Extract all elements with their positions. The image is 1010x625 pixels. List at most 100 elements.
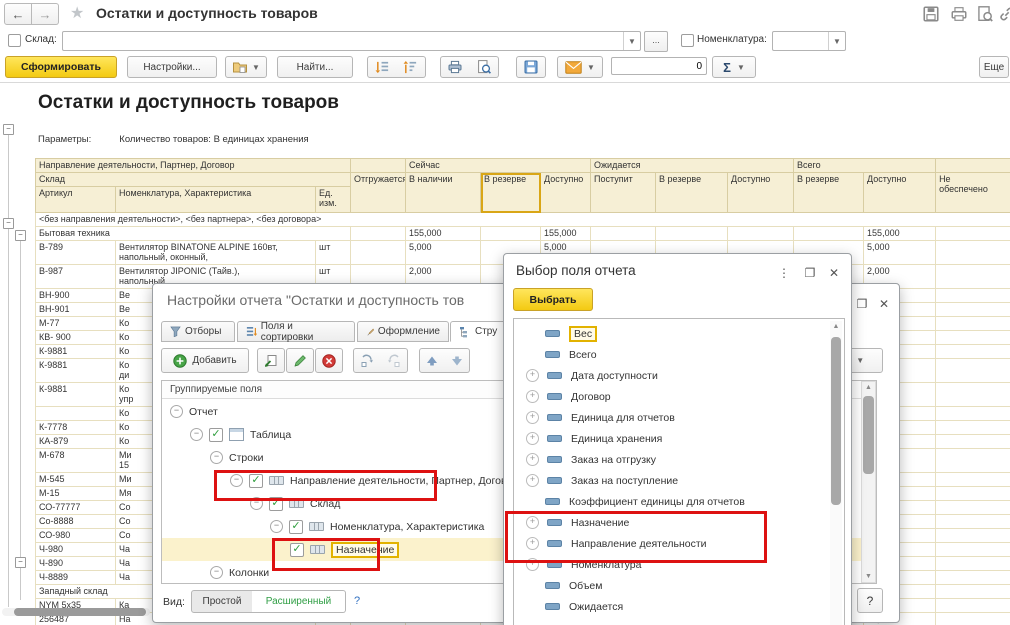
save-result-button[interactable] (516, 56, 546, 78)
artikul-cell[interactable]: К-7778 (35, 420, 116, 435)
header-reserved-exp[interactable]: В резерве (655, 172, 729, 213)
chevron-down-icon[interactable]: ▼ (623, 32, 640, 50)
artikul-cell[interactable]: Ч-890 (35, 556, 116, 571)
field-item-номенклатура[interactable]: + Номенклатура (514, 554, 828, 575)
field-item-заказ-на-отгрузку[interactable]: + Заказ на отгрузку (514, 449, 828, 470)
move-out-of-group-button[interactable] (380, 348, 408, 373)
artikul-cell[interactable]: М-15 (35, 486, 116, 501)
header-artikul[interactable]: Артикул (35, 186, 116, 213)
group-row-label[interactable]: <без направления деятельности>, <без пар… (34, 212, 1010, 227)
scrollbar-thumb[interactable] (831, 337, 841, 505)
send-email-button[interactable]: ▼ (557, 56, 603, 78)
sklad-checkbox[interactable] (8, 34, 21, 47)
header-available-tot[interactable]: Доступно (863, 172, 937, 213)
close-icon[interactable]: ✕ (825, 265, 843, 281)
header-available-now[interactable]: Доступно (540, 172, 592, 213)
collapse-icon[interactable]: − (190, 428, 203, 441)
value-cell[interactable] (350, 240, 407, 265)
value-cell[interactable] (935, 570, 1010, 585)
scrollbar-thumb[interactable] (863, 396, 874, 474)
expand-icon[interactable]: + (526, 537, 539, 550)
field-item-договор[interactable]: + Договор (514, 386, 828, 407)
artikul-cell[interactable]: М-77 (35, 316, 116, 331)
value-cell[interactable] (935, 316, 1010, 331)
header-now[interactable]: Сейчас (405, 158, 592, 173)
edit-button[interactable] (286, 348, 314, 373)
value-cell[interactable] (935, 344, 1010, 359)
value-cell[interactable] (935, 240, 1010, 265)
save-icon[interactable] (922, 5, 940, 23)
value-cell[interactable] (935, 288, 1010, 303)
field-item-назначение[interactable]: + Назначение (514, 512, 828, 533)
back-button[interactable]: ← (4, 3, 32, 25)
artikul-cell[interactable] (35, 406, 116, 421)
value-cell[interactable] (935, 302, 1010, 317)
select-button[interactable]: Выбрать (513, 288, 593, 311)
collapse-groups-button[interactable] (396, 56, 426, 78)
artikul-cell[interactable]: М-678 (35, 448, 116, 473)
header-shipping[interactable]: Отгружается (350, 172, 407, 213)
header-reserved-tot[interactable]: В резерве (793, 172, 865, 213)
value-cell[interactable]: 155,000 (405, 226, 482, 241)
header-unit[interactable]: Ед. изм. (314, 186, 352, 213)
collapse-icon[interactable]: − (210, 451, 223, 464)
move-into-group-button[interactable] (353, 348, 381, 373)
unit-cell[interactable]: шт (314, 240, 352, 265)
sklad-choose-button[interactable]: ... (644, 31, 668, 52)
report-variants-button[interactable]: ▼ (225, 56, 267, 78)
artikul-cell[interactable]: К-9881 (35, 358, 116, 383)
value-cell[interactable] (935, 434, 1010, 449)
value-cell[interactable] (480, 226, 542, 241)
field-item-коэффициент-единицы-для-отчетов[interactable]: Коэффициент единицы для отчетов (514, 491, 828, 512)
value-cell[interactable]: 155,000 (540, 226, 592, 241)
tab-otbory[interactable]: Отборы (161, 321, 235, 342)
field-item-дата-доступности[interactable]: + Дата доступности (514, 365, 828, 386)
generate-button[interactable]: Сформировать (5, 56, 117, 78)
artikul-cell[interactable]: КА-879 (35, 434, 116, 449)
collapse-icon[interactable]: − (230, 474, 243, 487)
favorite-star-icon[interactable]: ★ (70, 3, 84, 23)
expand-icon[interactable]: + (526, 390, 539, 403)
value-cell[interactable] (935, 500, 1010, 515)
more-button[interactable]: Еще (979, 56, 1009, 78)
header-available-exp[interactable]: Доступно (727, 172, 795, 213)
field-item-заказ-на-поступление[interactable]: + Заказ на поступление (514, 470, 828, 491)
expand-icon[interactable]: + (526, 432, 539, 445)
value-cell[interactable] (935, 612, 1010, 625)
header-not-provided[interactable]: Не обеспечено (935, 172, 1010, 213)
value-cell[interactable]: 5,000 (405, 240, 482, 265)
field-item-всего[interactable]: Всего (514, 344, 828, 365)
print-icon[interactable] (950, 5, 968, 23)
expand-groups-button[interactable] (367, 56, 397, 78)
value-cell[interactable] (935, 598, 1010, 613)
value-cell[interactable]: 155,000 (863, 226, 937, 241)
artikul-cell[interactable]: СО-77777 (35, 500, 116, 515)
preview-icon[interactable] (976, 5, 994, 23)
collapse-icon[interactable]: − (270, 520, 283, 533)
value-cell[interactable] (935, 486, 1010, 501)
value-cell[interactable] (935, 584, 1010, 599)
header-sklad[interactable]: Склад (34, 172, 352, 187)
value-cell[interactable] (350, 226, 407, 241)
expand-icon[interactable]: + (526, 453, 539, 466)
header-empty[interactable] (935, 158, 1010, 173)
artikul-cell[interactable]: СО-980 (35, 528, 116, 543)
kebab-menu-icon[interactable]: ⋮ (775, 265, 793, 281)
nomenklatura-input[interactable]: ▼ (772, 31, 846, 51)
value-cell[interactable] (935, 420, 1010, 435)
sum-button[interactable]: Σ ▼ (712, 56, 756, 78)
checkbox-checked[interactable]: ✓ (249, 473, 263, 488)
nomenklatura-checkbox[interactable] (681, 34, 694, 47)
value-cell[interactable] (935, 542, 1010, 557)
checkbox-checked[interactable]: ✓ (289, 519, 303, 534)
name-cell[interactable]: Вентилятор BINATONE ALPINE 160вт, напольн… (115, 240, 316, 265)
field-list-scrollbar[interactable]: ▲ (830, 321, 842, 625)
artikul-cell[interactable]: К-9881 (35, 382, 116, 407)
artikul-cell[interactable]: B-987 (35, 264, 116, 289)
header-incoming[interactable]: Поступит (590, 172, 657, 213)
close-icon[interactable]: ✕ (875, 296, 893, 312)
value-cell[interactable] (935, 472, 1010, 487)
print-button[interactable] (440, 56, 470, 78)
value-cell[interactable]: 5,000 (863, 240, 937, 265)
collapse-icon[interactable]: − (250, 497, 263, 510)
